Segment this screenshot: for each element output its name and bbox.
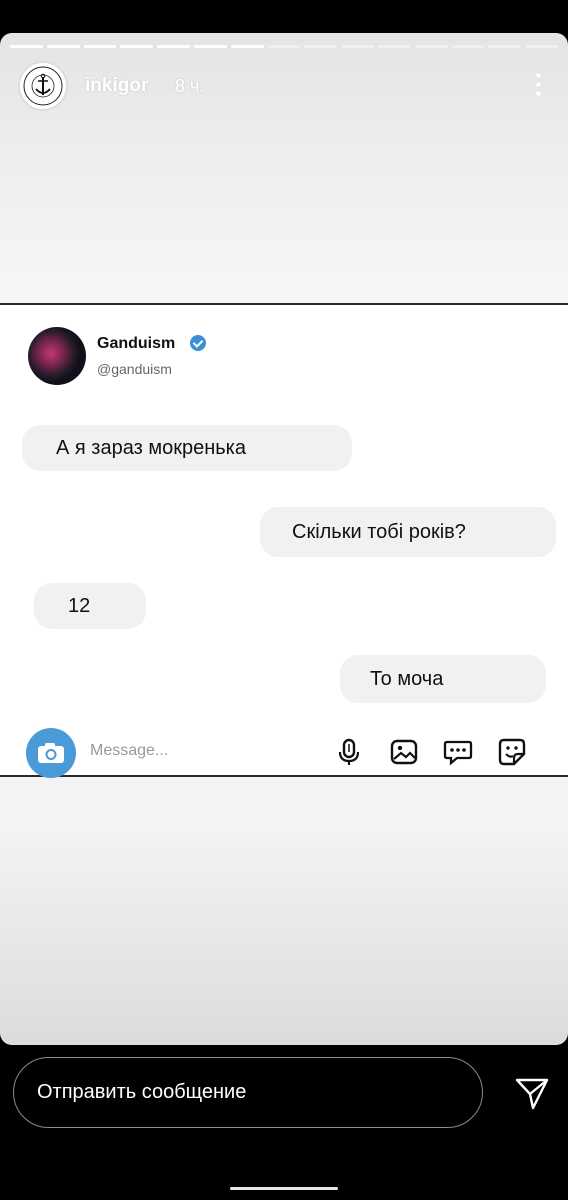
message-bubble: Скільки тобі років? xyxy=(260,507,556,557)
progress-segment xyxy=(525,45,558,48)
sticker-icon xyxy=(498,738,526,766)
send-icon[interactable] xyxy=(514,1075,550,1111)
verified-badge-icon xyxy=(190,335,206,351)
progress-segment xyxy=(83,45,117,48)
message-bubble: То моча xyxy=(340,655,546,703)
message-bubble: 12 xyxy=(34,583,146,629)
story-username[interactable]: inkigor xyxy=(85,75,148,97)
reply-input[interactable]: Отправить сообщение xyxy=(13,1057,483,1128)
chat-screenshot: Ganduism @ganduism А я зараз мокренька С… xyxy=(0,303,568,779)
more-options-icon[interactable] xyxy=(534,73,542,101)
camera-icon xyxy=(26,728,76,778)
microphone-icon xyxy=(338,738,360,765)
progress-segment xyxy=(46,45,80,48)
message-placeholder: Message... xyxy=(90,742,169,759)
progress-segment xyxy=(267,45,301,48)
anchor-logo-icon xyxy=(23,66,63,106)
progress-segment xyxy=(451,45,485,48)
profile-avatar xyxy=(28,327,86,385)
progress-segment xyxy=(230,45,264,48)
progress-segment xyxy=(341,45,374,48)
story-progress-bar xyxy=(10,45,558,49)
progress-segment xyxy=(488,45,522,48)
progress-segment xyxy=(414,45,448,48)
message-composer: Message... xyxy=(0,725,568,779)
reply-placeholder: Отправить сообщение xyxy=(37,1081,247,1103)
story-header: inkigor 8 ч. xyxy=(18,61,550,113)
image-icon xyxy=(390,739,418,765)
profile-handle: @ganduism xyxy=(97,361,172,377)
profile-name: Ganduism xyxy=(97,335,176,352)
progress-segment xyxy=(120,45,154,48)
message-bubble: А я зараз мокренька xyxy=(22,425,352,471)
progress-segment xyxy=(157,45,190,48)
progress-segment xyxy=(378,45,411,48)
story-timestamp: 8 ч. xyxy=(175,76,205,96)
progress-segment xyxy=(194,45,227,48)
story-avatar[interactable] xyxy=(18,61,68,111)
home-indicator[interactable] xyxy=(230,1187,338,1190)
progress-segment xyxy=(304,45,338,48)
progress-segment xyxy=(10,45,43,48)
chat-icon xyxy=(443,740,473,766)
story-view[interactable]: inkigor 8 ч. Ganduism @ganduism А я зара… xyxy=(0,33,568,1045)
